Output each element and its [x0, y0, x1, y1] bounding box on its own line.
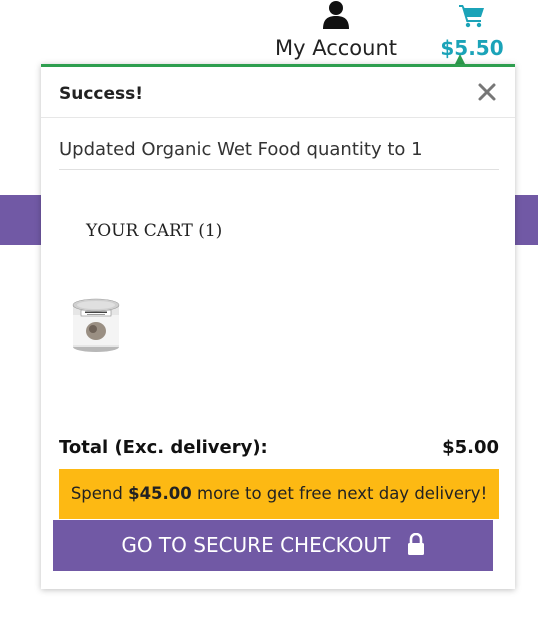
secure-checkout-button[interactable]: GO TO SECURE CHECKOUT — [53, 520, 493, 571]
lock-icon — [407, 533, 424, 555]
popup-header: Success! — [41, 67, 515, 118]
checkout-label: GO TO SECURE CHECKOUT — [121, 533, 391, 557]
delivery-prefix: Spend — [70, 484, 129, 503]
delivery-suffix: more to get free next day delivery! — [191, 484, 488, 503]
cart-heading: YOUR CART (1) — [86, 221, 223, 241]
total-label: Total (Exc. delivery): — [59, 437, 268, 458]
delivery-amount: $45.00 — [128, 484, 192, 503]
popup-title: Success! — [59, 84, 144, 104]
cart-amount: $5.50 — [440, 36, 504, 60]
cart-popup: Success! Updated Organic Wet Food quanti… — [41, 64, 515, 589]
product-image[interactable] — [71, 297, 121, 353]
my-account-label: My Account — [274, 36, 397, 60]
update-message: Updated Organic Wet Food quantity to 1 — [59, 139, 499, 170]
close-icon[interactable] — [475, 80, 499, 104]
user-icon — [323, 1, 349, 29]
free-delivery-banner: Spend $45.00 more to get free next day d… — [59, 469, 499, 519]
my-account-link[interactable]: My Account — [270, 0, 402, 62]
popup-caret — [455, 54, 465, 64]
cart-button[interactable]: $5.50 — [440, 0, 504, 64]
cart-icon — [459, 5, 484, 28]
total-value: $5.00 — [442, 437, 499, 458]
total-row: Total (Exc. delivery): $5.00 — [59, 437, 499, 461]
